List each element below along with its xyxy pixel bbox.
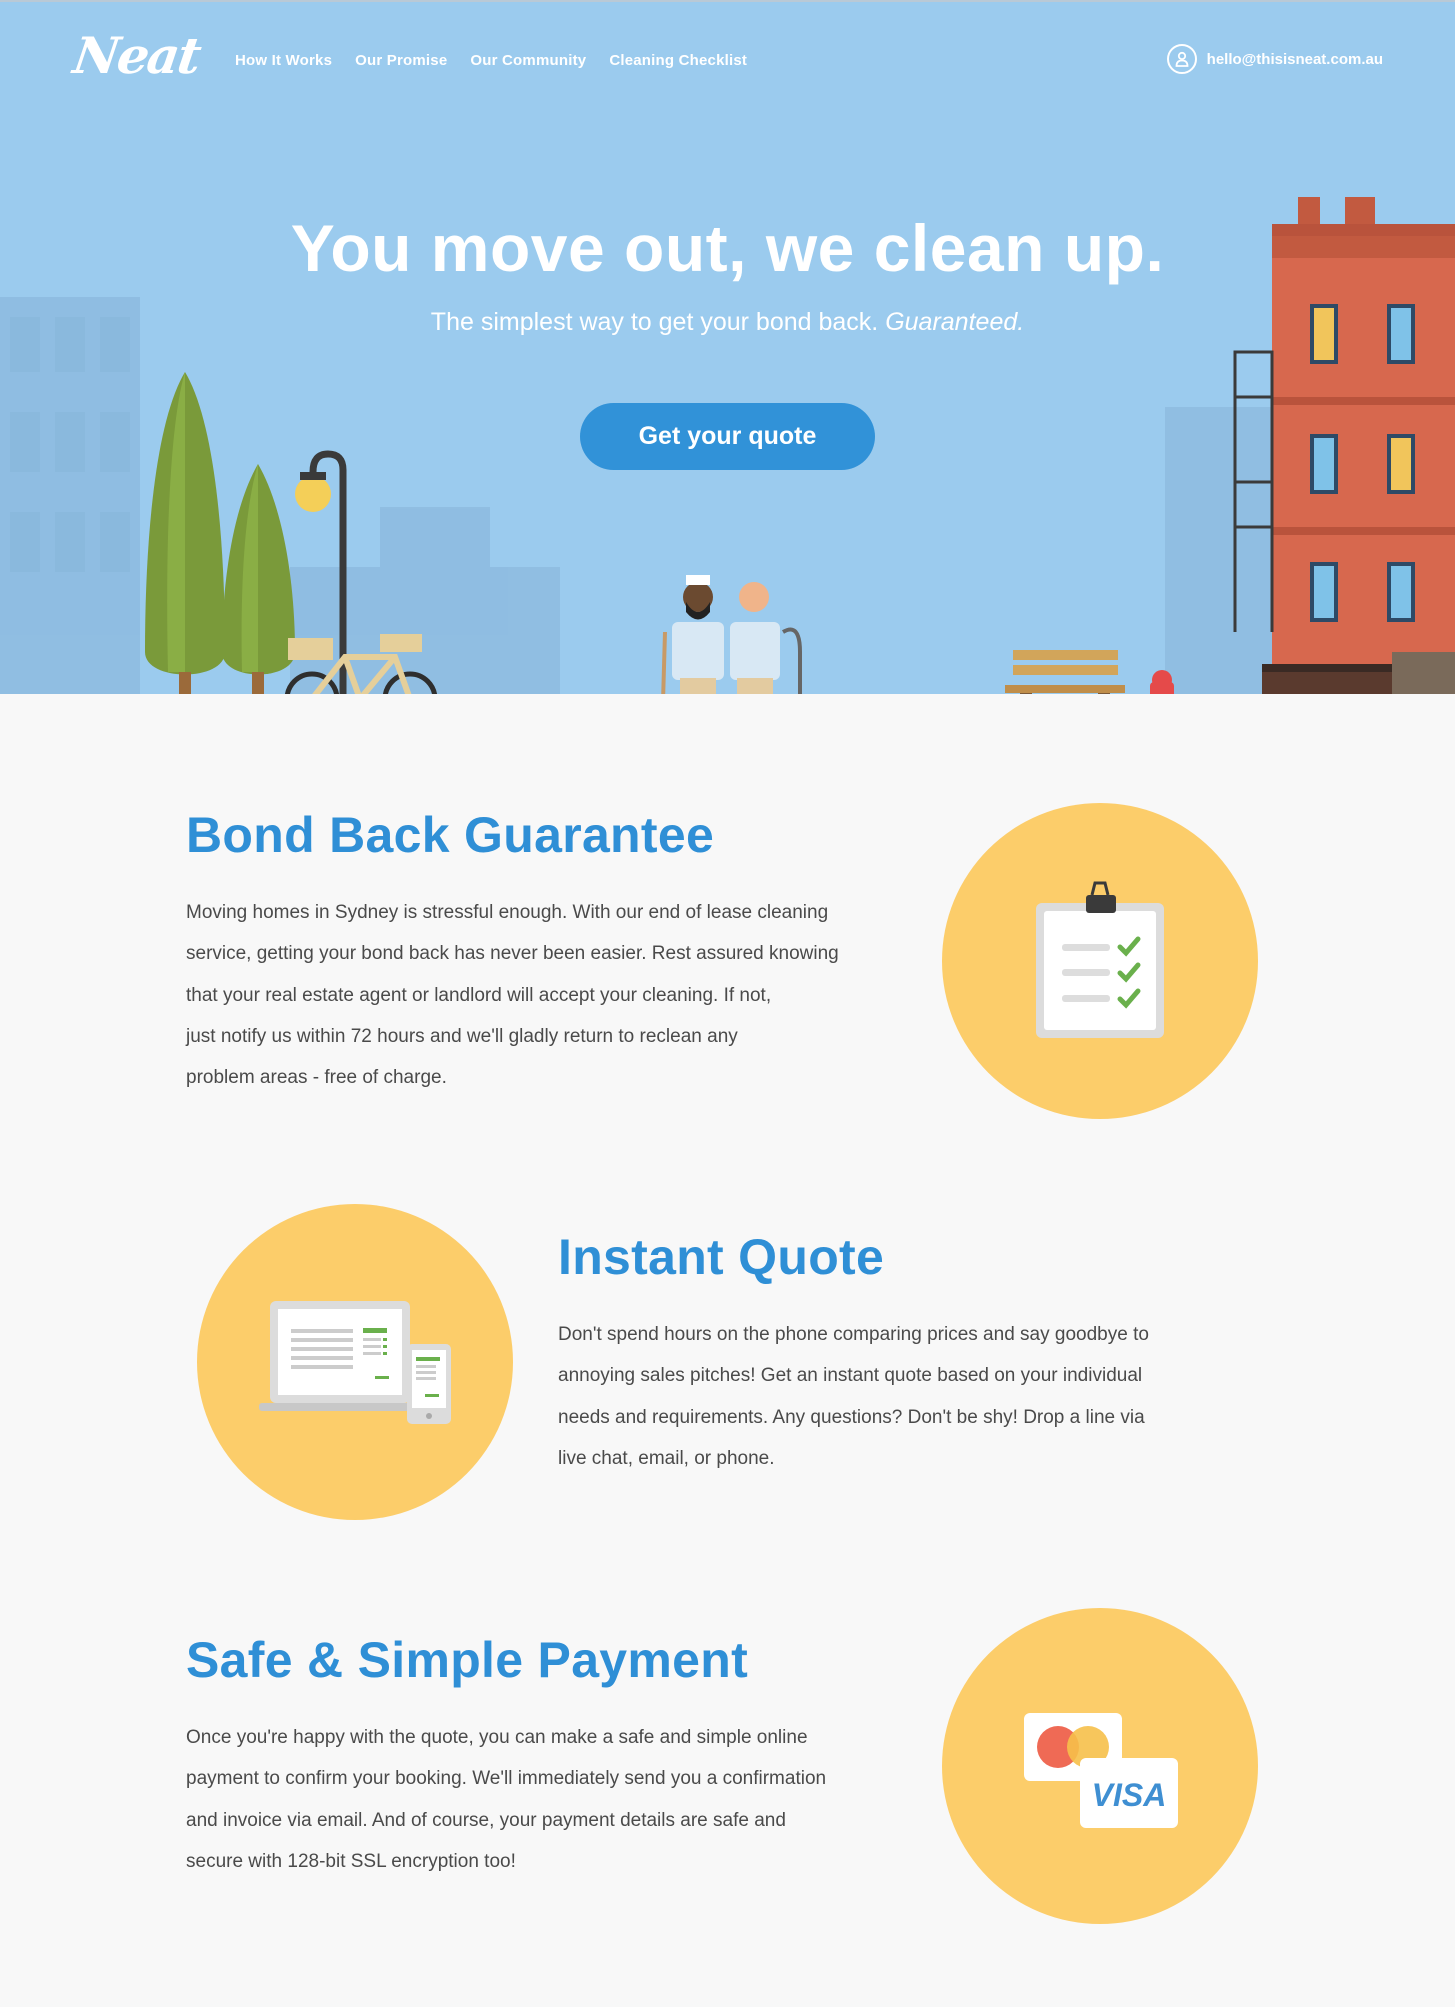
section-text-payment: Once you're happy with the quote, you ca…: [186, 1717, 926, 1882]
hero-title: You move out, we clean up.: [290, 211, 1165, 285]
text-line: secure with 128-bit SSL encryption too!: [186, 1850, 516, 1872]
devices-circle: [197, 1204, 513, 1520]
nav-how-it-works[interactable]: How It Works: [235, 52, 332, 69]
clipboard-checklist-icon: [1036, 881, 1164, 1038]
nav-cleaning-checklist[interactable]: Cleaning Checklist: [609, 52, 747, 69]
text-line: needs and requirements. Any questions? D…: [558, 1406, 1145, 1428]
text-line: annoying sales pitches! Get an instant q…: [558, 1365, 1143, 1387]
text-line: Once you're happy with the quote, you ca…: [186, 1727, 808, 1748]
section-text-bond-back: Moving homes in Sydney is stressful enou…: [186, 892, 926, 1098]
nav-our-community[interactable]: Our Community: [470, 52, 586, 69]
city-scene-illustration: [0, 197, 1455, 694]
hero-subtitle-emphasis: Guaranteed.: [885, 308, 1025, 336]
payment-circle: VISA: [942, 1608, 1258, 1924]
clipboard-circle: [942, 803, 1258, 1119]
contact-email-link[interactable]: hello@thisisneat.com.au: [1166, 44, 1383, 74]
text-line: just notify us within 72 hours and we'll…: [186, 1025, 738, 1047]
user-icon-glyph: [1175, 51, 1189, 67]
text-line: Moving homes in Sydney is stressful enou…: [186, 902, 829, 923]
email-address: hello@thisisneat.com.au: [1206, 50, 1383, 68]
hero-subtitle: The simplest way to get your bond back. …: [0, 308, 1455, 337]
user-icon: [1166, 44, 1197, 74]
nav-our-promise[interactable]: Our Promise: [355, 52, 447, 69]
main-nav: How It Works Our Promise Our Community C…: [235, 52, 770, 69]
hero-subtitle-text: The simplest way to get your bond back.: [430, 308, 879, 336]
section-title-bond-back: Bond Back Guarantee: [186, 807, 715, 863]
neat-logo[interactable]: Neat: [70, 26, 203, 85]
hero-section: Neat How It Works Our Promise Our Commun…: [0, 0, 1455, 694]
cleaners-illustration: [661, 575, 802, 694]
section-text-instant-quote: Don't spend hours on the phone comparing…: [558, 1314, 1278, 1479]
text-line: Don't spend hours on the phone comparing…: [558, 1324, 1149, 1345]
credit-cards-icon: VISA: [1024, 1713, 1178, 1828]
section-title-payment: Safe & Simple Payment: [186, 1632, 749, 1688]
text-line: problem areas - free of charge.: [186, 1067, 447, 1089]
text-line: service, getting your bond back has neve…: [186, 943, 839, 965]
laptop-tablet-icon: [259, 1301, 451, 1424]
text-line: and invoice via email. And of course, yo…: [186, 1809, 786, 1831]
section-title-instant-quote: Instant Quote: [558, 1229, 885, 1285]
visa-logo: VISA: [1092, 1777, 1167, 1813]
get-quote-button[interactable]: Get your quote: [580, 403, 875, 470]
text-line: live chat, email, or phone.: [558, 1447, 775, 1469]
park-bench: [1005, 650, 1125, 694]
text-line: that your real estate agent or landlord …: [186, 984, 772, 1006]
text-line: payment to confirm your booking. We'll i…: [186, 1768, 827, 1790]
